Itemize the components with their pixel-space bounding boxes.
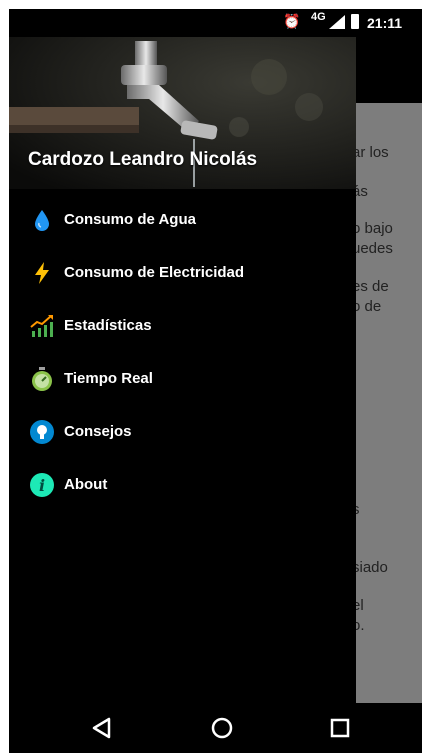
status-bar: ⏰ 4G 21:11 [9,9,422,37]
navigation-bar [9,703,422,753]
background-text: o de [352,298,382,315]
battery-icon [351,14,359,29]
menu-item-about[interactable]: i About [9,460,356,510]
menu-item-label: Tiempo Real [64,370,153,387]
scrim-overlay[interactable]: ar los ás o bajo uedes es de o de s siad… [352,103,422,703]
menu-item-label: About [64,476,108,493]
menu-item-consumo-agua[interactable]: Consumo de Agua [9,195,356,245]
menu-item-label: Consumo de Agua [64,211,196,228]
clock: 21:11 [367,15,403,31]
alarm-icon: ⏰ [283,13,301,29]
drawer-header: Cardozo Leandro Nicolás [9,37,356,189]
background-text: o bajo [352,220,393,237]
back-button-icon[interactable] [89,715,115,741]
user-name: Cardozo Leandro Nicolás [28,149,258,170]
menu-item-consumo-electricidad[interactable]: Consumo de Electricidad [9,248,356,298]
svg-text:i: i [39,476,45,495]
signal-icon [329,15,345,29]
background-text: uedes [352,240,393,257]
stopwatch-icon [32,367,52,391]
menu-item-label: Consejos [64,423,132,440]
navigation-drawer: Cardozo Leandro Nicolás Consumo de Agua … [9,37,356,703]
menu-item-tiempo-real[interactable]: Tiempo Real [9,354,356,404]
menu-item-estadisticas[interactable]: Estadísticas [9,301,356,351]
background-text: ar los [352,144,389,161]
phone-screen: ⏰ 4G 21:11 ar los ás o bajo uedes es de … [9,9,422,753]
menu-item-label: Estadísticas [64,317,152,334]
info-icon: i [30,473,54,497]
menu-item-label: Consumo de Electricidad [64,264,245,281]
menu-item-consejos[interactable]: Consejos [9,407,356,457]
background-text: es de [352,278,389,295]
water-drop-icon [35,210,49,231]
stats-chart-icon [30,315,53,337]
lightbulb-icon [30,420,54,444]
home-button-icon[interactable] [209,715,235,741]
recents-button-icon[interactable] [327,715,353,741]
lightning-icon [35,262,49,284]
app-toolbar [356,37,422,103]
background-text: siado [352,559,388,576]
network-type: 4G [311,11,326,23]
